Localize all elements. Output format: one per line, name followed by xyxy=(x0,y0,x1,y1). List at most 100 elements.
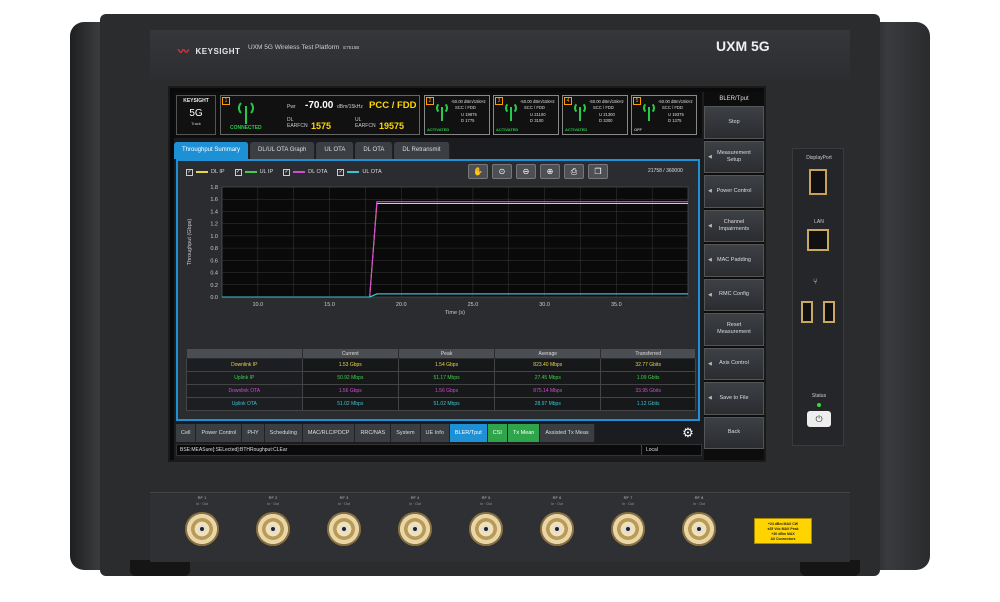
connection-state: CONNECTED xyxy=(230,125,262,131)
tab-dl-ul-ota-graph[interactable]: DL/UL OTA Graph xyxy=(250,142,316,159)
tab-ul-ota[interactable]: UL OTA xyxy=(316,142,355,159)
checkbox-icon[interactable]: ✓ xyxy=(234,168,242,176)
scc-cell-panel[interactable]: 5 -50.00 dBm/15kHz SCC / FDD U 19375 D 1375 O… xyxy=(631,95,697,135)
y-tick-label: 1.8 xyxy=(210,185,218,191)
power-button[interactable]: ⏻ xyxy=(807,411,831,427)
menu-tab-scheduling[interactable]: Scheduling xyxy=(264,424,303,442)
zoom-out-button[interactable]: ⊖ xyxy=(516,164,536,179)
save-image-icon: ⎙ xyxy=(570,167,578,176)
rf-port[interactable]: RF 5 In · Out xyxy=(466,495,506,557)
copy-image-button[interactable]: ❐ xyxy=(588,164,608,179)
menu-tab-system[interactable]: System xyxy=(391,424,421,442)
rf-port[interactable]: RF 7 In · Out xyxy=(608,495,648,557)
softkey-back[interactable]: Back xyxy=(704,416,764,449)
model-badge: UXM 5G xyxy=(716,38,770,54)
menu-tab-assisted-tx-meas[interactable]: Assisted Tx Meas xyxy=(540,424,595,442)
model-title-text: UXM 5G Wireless Test Platform xyxy=(248,44,340,51)
rf-port-label: RF 2 xyxy=(268,495,278,500)
pcc-cell-panel[interactable]: 1 CONNECTED Pwr -70.00 dBm/15kHz PCC / F… xyxy=(220,95,420,135)
throughput-table: Current Peak Average Transferred Downlink IP… xyxy=(186,348,696,411)
scc-cell-panel[interactable]: 3 -50.00 dBm/15kHz SCC / FDD U 21100 D 3100 A… xyxy=(493,95,559,135)
rf-port[interactable]: RF 4 In · Out xyxy=(395,495,435,557)
rf-port[interactable]: RF 2 In · Out xyxy=(253,495,293,557)
scc-cell-panel[interactable]: 4 -50.00 dBm/15kHz SCC / FDD U 21300 D 3300 A… xyxy=(562,95,628,135)
legend-label: UL IP xyxy=(259,169,274,175)
menu-tabs: Cell Power Control PHY Scheduling MAC/RLC/PD… xyxy=(176,424,595,442)
tab-dl-ota[interactable]: DL OTA xyxy=(355,142,394,159)
checkbox-icon[interactable]: ✓ xyxy=(337,168,345,176)
x-tick-label: 30.0 xyxy=(539,302,550,308)
softkey-channel-impairments[interactable]: ◀ Channel Impairments xyxy=(704,209,764,242)
table-cell: 823.40 Mbps xyxy=(494,358,602,372)
softkey-stop[interactable]: Stop xyxy=(704,106,764,139)
legend-item[interactable]: ✓ UL OTA xyxy=(337,168,382,176)
softkey-power-control[interactable]: ◀ Power Control xyxy=(704,175,764,208)
tab-throughput-summary[interactable]: Throughput Summary xyxy=(174,142,250,159)
scc-d: D 3100 xyxy=(530,118,544,123)
softkey-axis-control[interactable]: ◀ Axis Control xyxy=(704,347,764,380)
rf-port[interactable]: RF 8 In · Out xyxy=(679,495,719,557)
softkey-label: Stop xyxy=(728,118,740,125)
menu-tab-rrc-nas[interactable]: RRC/NAS xyxy=(355,424,392,442)
table-cell: 1.53 Gbps xyxy=(301,358,399,372)
displayport-connector[interactable] xyxy=(809,169,827,195)
menu-tab-bler-tput[interactable]: BLER/Tput xyxy=(449,424,488,442)
power-unit: dBm/15kHz xyxy=(337,104,363,110)
sample-counter: 21758 / 360000 xyxy=(648,168,683,174)
rf-port[interactable]: RF 3 In · Out xyxy=(324,495,364,557)
legend-item[interactable]: ✓ DL OTA xyxy=(283,168,327,176)
row-label: Downlink IP xyxy=(186,358,303,372)
gear-icon[interactable]: ⚙ xyxy=(680,425,696,441)
rf-io-label: In · Out xyxy=(409,502,421,506)
checkbox-icon[interactable]: ✓ xyxy=(283,168,291,176)
tab-dl-retransmit[interactable]: DL Retransmit xyxy=(394,142,450,159)
foot-right xyxy=(800,560,860,576)
rf-port[interactable]: RF 1 In · Out xyxy=(182,495,222,557)
menu-tab-mac-rlc-pdcp[interactable]: MAC/RLC/PDCP xyxy=(302,424,356,442)
graph-toolbar: ✋ ⊙ ⊖ ⊕ ⎙ ❐ xyxy=(468,164,608,179)
usb-port-1[interactable] xyxy=(801,301,813,323)
menu-tab-ue-info[interactable]: UE Info xyxy=(420,424,450,442)
legend-item[interactable]: ✓ UL IP xyxy=(234,168,274,176)
softkey-save-to-file[interactable]: ◀ Save to File xyxy=(704,382,764,415)
softkey-measurement-setup[interactable]: ◀ Measurement Setup xyxy=(704,140,764,173)
scc-d: D 1775 xyxy=(461,118,475,123)
softkey-label: Axis Control xyxy=(719,360,749,367)
table-cell: 1.12 Gbits xyxy=(600,397,696,411)
menu-tab-csi[interactable]: CSI xyxy=(487,424,508,442)
legend-swatch xyxy=(196,171,208,173)
rf-port[interactable]: RF 6 In · Out xyxy=(537,495,577,557)
tower-icon xyxy=(435,102,449,122)
power-value: -70.00 xyxy=(305,100,334,111)
badge-tech: 5G xyxy=(189,108,203,119)
table-row: Downlink OTA 1.56 Gbps 1.56 Gbps 875.14 Mbp… xyxy=(186,384,696,398)
menu-tab-cell[interactable]: Cell xyxy=(176,424,197,442)
softkey-rmc-config[interactable]: ◀ RMC Config xyxy=(704,278,764,311)
menu-tab-phy[interactable]: PHY xyxy=(242,424,265,442)
scc-u: U 21300 xyxy=(599,112,615,117)
scc-u: U 19375 xyxy=(668,112,684,117)
save-image-button[interactable]: ⎙ xyxy=(564,164,584,179)
zoom-fit-button[interactable]: ⊙ xyxy=(492,164,512,179)
menu-tab-tx-mean[interactable]: Tx Mean xyxy=(507,424,541,442)
softkey-reset-measurement[interactable]: Reset Measurement xyxy=(704,313,764,346)
cell-number: 3 xyxy=(495,97,503,105)
scc-state: ACTIVATED xyxy=(427,127,450,132)
scc-d: D 3300 xyxy=(599,118,613,123)
zoom-in-button[interactable]: ⊕ xyxy=(540,164,560,179)
scc-cell-panel[interactable]: 2 -50.00 dBm/15kHz SCC / FDD U 19875 D 1775 A… xyxy=(424,95,490,135)
menu-tab-power-control[interactable]: Power Control xyxy=(196,424,243,442)
usb-port-2[interactable] xyxy=(823,301,835,323)
checkbox-icon[interactable]: ✓ xyxy=(186,168,193,176)
badge-brand: KEYSIGHT xyxy=(183,98,209,104)
legend-item[interactable]: ✓ DL IP xyxy=(186,168,225,176)
submenu-arrow-icon: ◀ xyxy=(708,360,712,367)
lan-port[interactable] xyxy=(807,229,829,251)
softkey-mac-padding[interactable]: ◀ MAC Padding xyxy=(704,244,764,277)
softkey-label: Back xyxy=(727,429,741,436)
softkey-label: Power Control xyxy=(716,187,752,194)
y-tick-label: 0.6 xyxy=(210,258,218,264)
tower-icon xyxy=(642,102,656,122)
hand-button[interactable]: ✋ xyxy=(468,164,488,179)
command-line[interactable]: BSE:MEASure[:SELected]:BTHRoughput:CLEar… xyxy=(176,444,702,456)
